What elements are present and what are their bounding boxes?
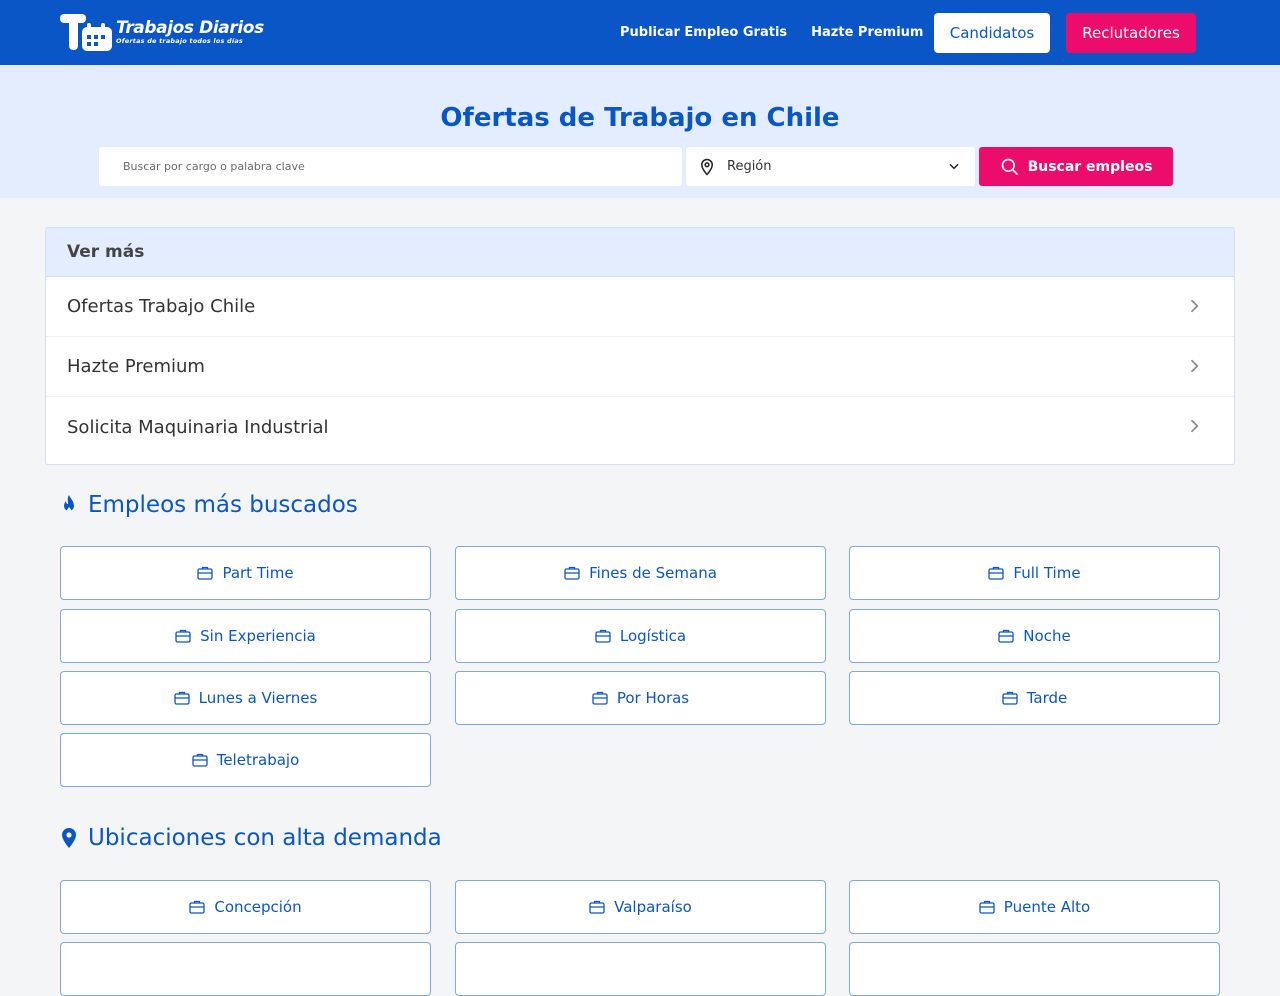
chevron-right-icon — [1190, 419, 1199, 433]
logo-subtitle: Ofertas de trabajo todos los días — [116, 37, 243, 46]
ver-mas-item-label: Solicita Maquinaria Industrial — [67, 416, 329, 438]
ver-mas-item-label: Ofertas Trabajo Chile — [67, 296, 256, 317]
briefcase-icon — [175, 629, 191, 643]
logo-text: Trabajos Diarios Ofertas de trabajo todo… — [116, 20, 264, 45]
ver-mas-item-ofertas-trabajo-chile[interactable]: Ofertas Trabajo Chile — [46, 277, 1234, 337]
location-pin-icon — [700, 158, 714, 176]
briefcase-icon — [189, 900, 206, 914]
reclutadores-button[interactable]: Reclutadores — [1066, 13, 1196, 53]
briefcase-icon — [564, 566, 580, 580]
ver-mas-item-hazte-premium[interactable]: Hazte Premium — [46, 337, 1234, 397]
top-nav: Publicar Empleo Gratis Hazte Premium — [620, 0, 923, 65]
search-jobs-button[interactable]: Buscar empleos — [979, 147, 1173, 186]
search-icon — [1001, 158, 1018, 175]
job-tile-fines-de-semana[interactable]: Fines de Semana — [455, 546, 826, 600]
job-tile-label: Noche — [1023, 627, 1071, 645]
briefcase-icon — [197, 566, 214, 580]
location-tile[interactable] — [455, 942, 826, 996]
job-tile-full-time[interactable]: Full Time — [849, 546, 1220, 600]
popular-jobs-title-text: Empleos más buscados — [88, 492, 358, 518]
location-tile-label: Valparaíso — [614, 898, 692, 916]
job-tile-sin-experiencia[interactable]: Sin Experiencia — [60, 609, 431, 663]
page-title: Ofertas de Trabajo en Chile — [440, 103, 840, 133]
job-tile-label: Full Time — [1013, 564, 1081, 582]
locations-title-text: Ubicaciones con alta demanda — [88, 825, 442, 851]
ver-mas-card: Ver más Ofertas Trabajo Chile Hazte Prem… — [45, 227, 1235, 465]
search-input[interactable] — [99, 147, 682, 186]
job-tile-label: Part Time — [222, 564, 294, 582]
chevron-down-icon — [949, 163, 959, 170]
region-select-label: Región — [727, 159, 772, 174]
briefcase-icon — [589, 900, 605, 914]
site-logo[interactable]: Trabajos Diarios Ofertas de trabajo todo… — [60, 13, 264, 53]
job-tile-part-time[interactable]: Part Time — [60, 546, 431, 600]
chevron-right-icon — [1190, 359, 1199, 373]
nav-publicar-empleo[interactable]: Publicar Empleo Gratis — [620, 25, 787, 40]
nav-hazte-premium[interactable]: Hazte Premium — [811, 25, 923, 40]
briefcase-icon — [998, 629, 1014, 643]
job-tile-noche[interactable]: Noche — [849, 609, 1220, 663]
location-tile[interactable] — [60, 942, 431, 996]
top-navbar: Trabajos Diarios Ofertas de trabajo todo… — [0, 0, 1280, 65]
location-tile-puente-alto[interactable]: Puente Alto — [849, 880, 1220, 934]
job-tile-label: Tarde — [1026, 689, 1068, 707]
region-select[interactable]: Región — [686, 147, 975, 186]
job-tile-label: Fines de Semana — [589, 564, 717, 582]
ver-mas-header: Ver más — [46, 228, 1234, 277]
briefcase-icon — [595, 629, 611, 643]
flame-icon — [64, 495, 74, 513]
job-tile-lunes-a-viernes[interactable]: Lunes a Viernes — [60, 671, 431, 725]
briefcase-icon — [174, 691, 190, 705]
ver-mas-item-solicita-maquinaria[interactable]: Solicita Maquinaria Industrial — [46, 397, 1234, 457]
locations-title: Ubicaciones con alta demanda — [60, 825, 442, 851]
location-tile-valparaiso[interactable]: Valparaíso — [455, 880, 826, 934]
chevron-right-icon — [1190, 299, 1199, 313]
job-tile-label: Sin Experiencia — [200, 627, 316, 645]
logo-title: Trabajos Diarios — [116, 18, 264, 39]
ver-mas-item-label: Hazte Premium — [67, 356, 205, 377]
briefcase-icon — [979, 900, 995, 914]
location-tile[interactable] — [849, 942, 1220, 996]
job-tile-label: Logística — [619, 627, 687, 645]
briefcase-icon — [192, 753, 208, 767]
popular-jobs-title: Empleos más buscados — [60, 492, 358, 518]
job-tile-label: Lunes a Viernes — [198, 689, 318, 707]
job-tile-teletrabajo[interactable]: Teletrabajo — [60, 733, 431, 787]
location-tile-concepcion[interactable]: Concepción — [60, 880, 431, 934]
candidatos-button[interactable]: Candidatos — [934, 13, 1050, 53]
location-tile-label: Concepción — [214, 898, 302, 916]
job-tile-label: Teletrabajo — [216, 751, 300, 769]
briefcase-icon — [988, 566, 1005, 580]
job-tile-tarde[interactable]: Tarde — [849, 671, 1220, 725]
logo-icon — [60, 13, 112, 51]
job-tile-label: Por Horas — [616, 689, 690, 707]
briefcase-icon — [1002, 691, 1018, 705]
location-tile-label: Puente Alto — [1003, 898, 1091, 916]
location-pin-icon — [62, 828, 76, 848]
search-hero: Ofertas de Trabajo en Chile Región Busca… — [0, 65, 1280, 198]
briefcase-icon — [592, 691, 608, 705]
job-tile-logistica[interactable]: Logística — [455, 609, 826, 663]
job-tile-por-horas[interactable]: Por Horas — [455, 671, 826, 725]
search-jobs-button-label: Buscar empleos — [1027, 158, 1153, 175]
